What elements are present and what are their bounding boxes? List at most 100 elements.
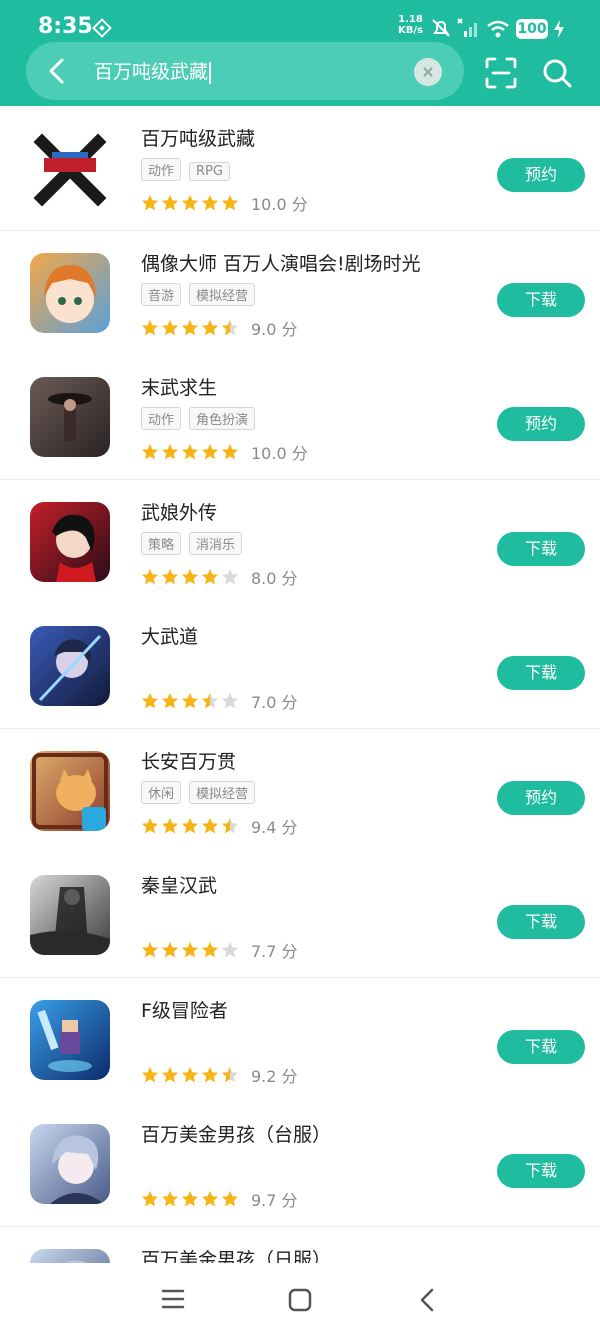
back-arrow-icon[interactable] xyxy=(44,56,72,86)
signal-icon xyxy=(457,18,477,37)
battery-indicator: 100 xyxy=(516,19,548,39)
star-icon xyxy=(161,319,179,335)
tag-list: 策略 消消乐 xyxy=(141,531,250,556)
search-results-list[interactable]: 百万吨级武藏 动作 RPG 10.0 分预约 偶像大师 百万人演唱会!剧场时光 音游 模拟经… xyxy=(0,106,600,1263)
star-icon xyxy=(201,568,219,584)
anime-boy-app-icon[interactable] xyxy=(30,1248,110,1263)
app-title[interactable]: F级冒险者 xyxy=(141,996,228,1023)
category-tag: 动作 xyxy=(141,158,182,181)
result-row[interactable]: 百万吨级武藏 动作 RPG 10.0 分 预约 xyxy=(0,106,600,231)
home-icon[interactable] xyxy=(287,1287,313,1313)
star-icon xyxy=(141,817,159,833)
pixel-hero-app-icon[interactable] xyxy=(30,999,110,1080)
x-logo-app-icon[interactable] xyxy=(30,128,110,208)
network-speed-unit: KB/s xyxy=(398,25,423,36)
star-icon xyxy=(201,692,219,709)
star-icon xyxy=(221,443,239,460)
download-button[interactable]: 下载 xyxy=(497,1029,585,1064)
rating-score: 10.0 分 xyxy=(251,195,308,214)
idol-girl-app-icon[interactable] xyxy=(30,252,110,333)
star-icon xyxy=(181,194,199,211)
star-icon xyxy=(201,1066,219,1082)
search-icon[interactable] xyxy=(540,56,574,90)
star-rating xyxy=(141,1190,239,1208)
result-row[interactable]: 百万美金男孩（台服） 9.7 分 下载 xyxy=(0,1102,600,1227)
star-icon xyxy=(181,941,199,958)
download-button[interactable]: 下载 xyxy=(497,905,585,939)
category-tag: 动作 xyxy=(141,407,182,430)
result-row[interactable]: 秦皇汉武 7.7 分 下载 xyxy=(0,853,600,978)
star-icon xyxy=(221,1190,239,1207)
result-row[interactable]: 偶像大师 百万人演唱会!剧场时光 音游 模拟经营 9.0 分 下载 xyxy=(0,230,600,356)
menu-icon[interactable] xyxy=(160,1287,186,1311)
download-button[interactable]: 下载 xyxy=(497,1154,585,1188)
tag-list: 动作 RPG xyxy=(141,158,238,182)
category-tag: 消消乐 xyxy=(189,531,243,555)
star-icon xyxy=(141,319,159,335)
result-row[interactable]: 长安百万贯 休闲 模拟经营 9.4 分 预约 xyxy=(0,728,600,854)
star-icon xyxy=(141,443,159,460)
bell-muted-icon xyxy=(432,19,450,37)
blue-swordsman-app-icon[interactable] xyxy=(30,626,110,706)
category-tag: 模拟经营 xyxy=(189,282,256,306)
status-time: 8:35 xyxy=(38,14,93,39)
star-icon xyxy=(141,692,159,709)
star-icon xyxy=(161,568,179,584)
app-title[interactable]: 大武道 xyxy=(141,622,198,649)
download-button[interactable]: 下载 xyxy=(497,282,585,317)
download-button[interactable]: 下载 xyxy=(497,531,585,566)
search-box[interactable]: 百万吨级武藏 xyxy=(26,42,464,100)
star-rating xyxy=(141,194,239,212)
reserve-button[interactable]: 预约 xyxy=(497,780,585,815)
wifi-icon xyxy=(487,20,509,38)
star-icon xyxy=(161,692,179,709)
result-row[interactable]: 大武道 7.0 分 下载 xyxy=(0,604,600,729)
back-nav-icon[interactable] xyxy=(416,1287,440,1313)
star-rating xyxy=(141,568,239,586)
reserve-button[interactable]: 预约 xyxy=(497,158,585,192)
app-title[interactable]: 秦皇汉武 xyxy=(141,871,217,898)
tag-list: 音游 模拟经营 xyxy=(141,282,263,307)
app-title[interactable]: 百万美金男孩（日服） xyxy=(141,1245,331,1264)
download-button[interactable]: 下载 xyxy=(497,656,585,690)
reserve-button[interactable]: 预约 xyxy=(497,407,585,441)
star-icon xyxy=(201,443,219,460)
rating-score: 7.7 分 xyxy=(251,942,298,961)
star-icon xyxy=(161,817,179,833)
star-icon xyxy=(161,443,179,460)
result-row[interactable]: 武娘外传策略 消消乐 8.0 分 下载 xyxy=(0,479,600,605)
result-row[interactable]: F级冒险者 9.2 分 下载 xyxy=(0,977,600,1103)
network-speed: 1.18 KB/s xyxy=(398,14,423,36)
star-rating xyxy=(141,817,239,835)
navigation-bar xyxy=(0,1263,600,1333)
rating: 8.0 分 xyxy=(141,566,298,588)
app-title[interactable]: 长安百万贯 xyxy=(141,747,236,774)
clear-search-icon[interactable] xyxy=(414,58,442,86)
result-row[interactable]: 末武求生动作 角色扮演 10.0 分 预约 xyxy=(0,355,600,480)
category-tag: 角色扮演 xyxy=(189,407,256,430)
star-icon xyxy=(201,194,219,211)
tag-list: 动作 角色扮演 xyxy=(141,407,263,431)
scan-icon[interactable] xyxy=(484,56,518,90)
search-query-text: 百万吨级武藏 xyxy=(94,61,209,83)
ink-warrior-app-icon[interactable] xyxy=(30,875,110,955)
star-icon xyxy=(141,941,159,958)
app-title[interactable]: 百万吨级武藏 xyxy=(141,124,255,151)
anime-boy-app-icon[interactable] xyxy=(30,1124,110,1204)
star-icon xyxy=(181,692,199,709)
star-rating xyxy=(141,941,239,959)
red-girl-app-icon[interactable] xyxy=(30,501,110,582)
star-icon xyxy=(181,817,199,833)
rating: 10.0 分 xyxy=(141,441,308,463)
star-icon xyxy=(221,194,239,211)
app-title[interactable]: 百万美金男孩（台服） xyxy=(141,1120,331,1147)
warrior-app-icon[interactable] xyxy=(30,377,110,457)
app-title[interactable]: 偶像大师 百万人演唱会!剧场时光 xyxy=(141,249,421,276)
star-icon xyxy=(161,194,179,211)
result-row[interactable]: 百万美金男孩（日服） xyxy=(0,1226,600,1264)
search-input[interactable]: 百万吨级武藏 xyxy=(94,57,212,84)
cat-app-icon[interactable] xyxy=(30,750,110,831)
app-title[interactable]: 末武求生 xyxy=(141,373,217,400)
category-tag: 策略 xyxy=(141,531,182,555)
app-title[interactable]: 武娘外传 xyxy=(141,498,217,525)
